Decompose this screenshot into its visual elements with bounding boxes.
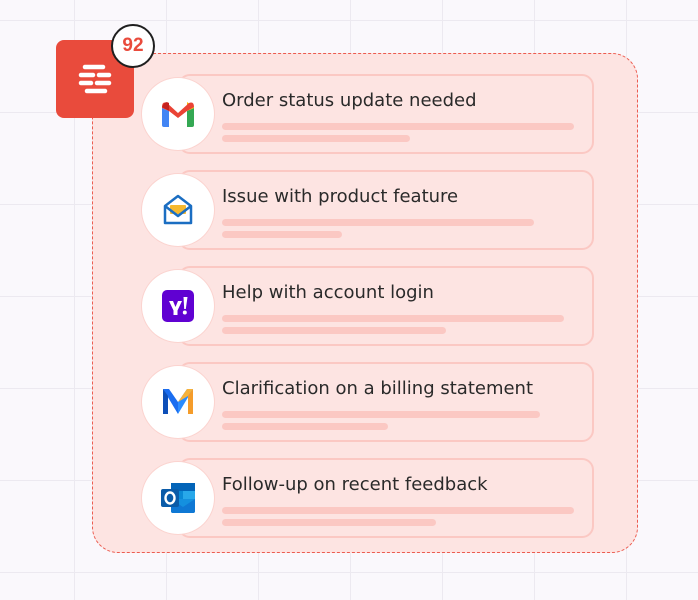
message-subject: Help with account login (222, 282, 434, 303)
message-subject: Clarification on a billing statement (222, 378, 534, 399)
message-preview-line (222, 315, 564, 322)
message-card[interactable]: Order status update needed (178, 74, 594, 154)
yahoo-mail-icon (142, 270, 214, 342)
message-preview-line (222, 327, 446, 334)
email-client-icon (142, 174, 214, 246)
mailbox-app-icon (142, 366, 214, 438)
message-preview-line (222, 123, 574, 130)
message-subject: Follow-up on recent feedback (222, 474, 488, 495)
message-card[interactable]: Clarification on a billing statement (178, 362, 594, 442)
message-preview-line (222, 507, 574, 514)
message-subject: Order status update needed (222, 90, 477, 111)
message-preview-line (222, 231, 342, 238)
message-subject: Issue with product feature (222, 186, 459, 207)
message-preview-line (222, 135, 410, 142)
message-card[interactable]: Issue with product feature (178, 170, 594, 250)
message-preview-line (222, 423, 388, 430)
message-preview-line (222, 411, 540, 418)
message-card[interactable]: Help with account login (178, 266, 594, 346)
outlook-icon (142, 462, 214, 534)
message-card[interactable]: Follow-up on recent feedback (178, 458, 594, 538)
gmail-icon (142, 78, 214, 150)
notification-count-badge: 92 (111, 24, 155, 68)
message-preview-line (222, 519, 436, 526)
message-preview-line (222, 219, 534, 226)
